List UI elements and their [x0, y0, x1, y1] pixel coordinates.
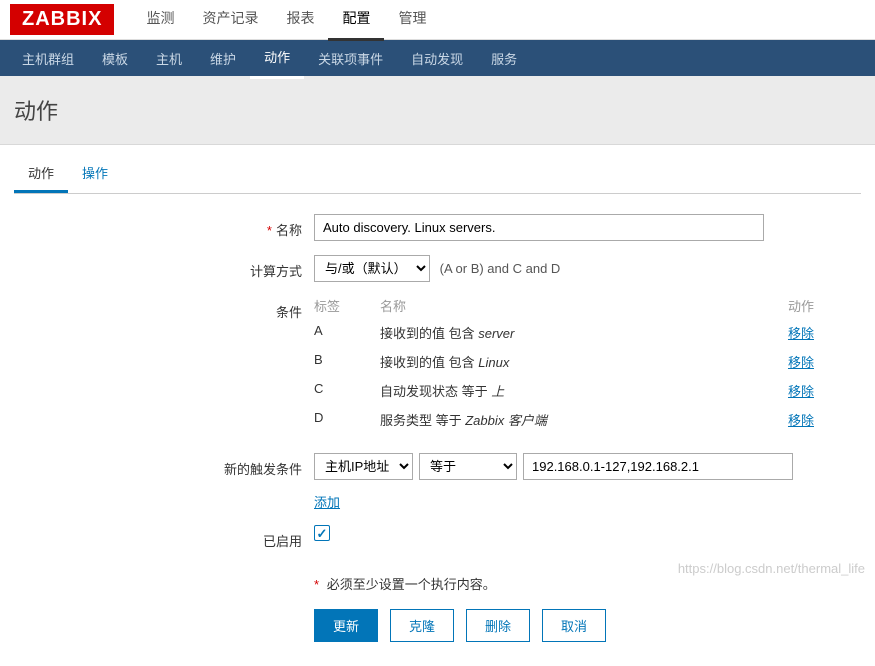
update-button[interactable]: 更新: [314, 609, 378, 642]
cond-label: C: [314, 381, 380, 400]
submenu-discovery[interactable]: 自动发现: [397, 39, 477, 78]
newtrig-op-select[interactable]: 等于: [419, 453, 517, 480]
cond-row: C 自动发现状态 等于 上 移除: [314, 381, 814, 400]
topbar: ZABBIX 监测 资产记录 报表 配置 管理: [0, 0, 875, 40]
cond-name: 自动发现状态 等于 上: [380, 381, 768, 400]
topmenu-inventory[interactable]: 资产记录: [188, 0, 272, 41]
cond-th-name: 名称: [380, 296, 768, 315]
cancel-button[interactable]: 取消: [542, 609, 606, 642]
tab-row: 动作 操作: [14, 155, 861, 194]
topmenu-monitoring[interactable]: 监测: [132, 0, 188, 41]
tab-operation[interactable]: 操作: [68, 155, 122, 193]
cond-name: 接收到的值 包含 Linux: [380, 352, 768, 371]
add-link[interactable]: 添加: [314, 495, 340, 510]
submenu-hostgroups[interactable]: 主机群组: [8, 39, 88, 78]
page-header: 动作: [0, 76, 875, 145]
row-newtrig: 新的触发条件 主机IP地址 等于 添加: [14, 453, 861, 511]
tab-action[interactable]: 动作: [14, 155, 68, 193]
calc-hint: (A or B) and C and D: [440, 261, 561, 276]
submenu-templates[interactable]: 模板: [88, 39, 142, 78]
remove-link[interactable]: 移除: [788, 326, 814, 341]
form: *名称 计算方式 与/或（默认） (A or B) and C and D 条件…: [14, 214, 861, 642]
conditions-table: 标签 名称 动作 A 接收到的值 包含 server 移除 B 接收到的值 包含…: [314, 296, 814, 429]
newtrig-value-input[interactable]: [523, 453, 793, 480]
submenu-maintenance[interactable]: 维护: [196, 39, 250, 78]
cond-label: D: [314, 410, 380, 429]
cond-label: B: [314, 352, 380, 371]
calc-select[interactable]: 与/或（默认）: [314, 255, 430, 282]
newtrig-controls: 主机IP地址 等于: [314, 453, 861, 480]
logo: ZABBIX: [10, 4, 114, 35]
label-newtrig: 新的触发条件: [14, 453, 314, 478]
enabled-checkbox[interactable]: ✓: [314, 525, 330, 541]
topmenu-admin[interactable]: 管理: [384, 0, 440, 41]
submenu-services[interactable]: 服务: [477, 39, 531, 78]
label-enabled: 已启用: [14, 525, 314, 550]
topmenu-reports[interactable]: 报表: [272, 0, 328, 41]
submenu-hosts[interactable]: 主机: [142, 39, 196, 78]
name-input[interactable]: [314, 214, 764, 241]
label-conditions: 条件: [14, 296, 314, 321]
cond-th-label: 标签: [314, 296, 380, 315]
row-enabled: 已启用 ✓: [14, 525, 861, 550]
cond-name: 服务类型 等于 Zabbix 客户端: [380, 410, 768, 429]
watermark: https://blog.csdn.net/thermal_life: [678, 561, 865, 576]
row-name: *名称: [14, 214, 861, 241]
clone-button[interactable]: 克隆: [390, 609, 454, 642]
cond-row: B 接收到的值 包含 Linux 移除: [314, 352, 814, 371]
label-calc: 计算方式: [14, 255, 314, 280]
row-conditions: 条件 标签 名称 动作 A 接收到的值 包含 server 移除 B: [14, 296, 861, 439]
subbar: 主机群组 模板 主机 维护 动作 关联项事件 自动发现 服务: [0, 40, 875, 76]
label-name: *名称: [14, 214, 314, 239]
submenu-actions[interactable]: 动作: [250, 37, 304, 79]
newtrig-type-select[interactable]: 主机IP地址: [314, 453, 413, 480]
remove-link[interactable]: 移除: [788, 384, 814, 399]
cond-name: 接收到的值 包含 server: [380, 323, 768, 342]
cond-label: A: [314, 323, 380, 342]
topmenu: 监测 资产记录 报表 配置 管理: [132, 0, 440, 41]
cond-head: 标签 名称 动作: [314, 296, 814, 315]
row-calc: 计算方式 与/或（默认） (A or B) and C and D: [14, 255, 861, 282]
content: 动作 操作 *名称 计算方式 与/或（默认） (A or B) and C an…: [0, 145, 875, 666]
topmenu-config[interactable]: 配置: [328, 0, 384, 41]
page-title: 动作: [14, 94, 861, 126]
button-row: 更新 克隆 删除 取消: [314, 609, 861, 642]
submenu-correlation[interactable]: 关联项事件: [304, 39, 397, 78]
cond-th-action: 动作: [768, 296, 814, 315]
remove-link[interactable]: 移除: [788, 355, 814, 370]
cond-row: D 服务类型 等于 Zabbix 客户端 移除: [314, 410, 814, 429]
delete-button[interactable]: 删除: [466, 609, 530, 642]
check-icon: ✓: [317, 527, 328, 540]
remove-link[interactable]: 移除: [788, 413, 814, 428]
cond-row: A 接收到的值 包含 server 移除: [314, 323, 814, 342]
